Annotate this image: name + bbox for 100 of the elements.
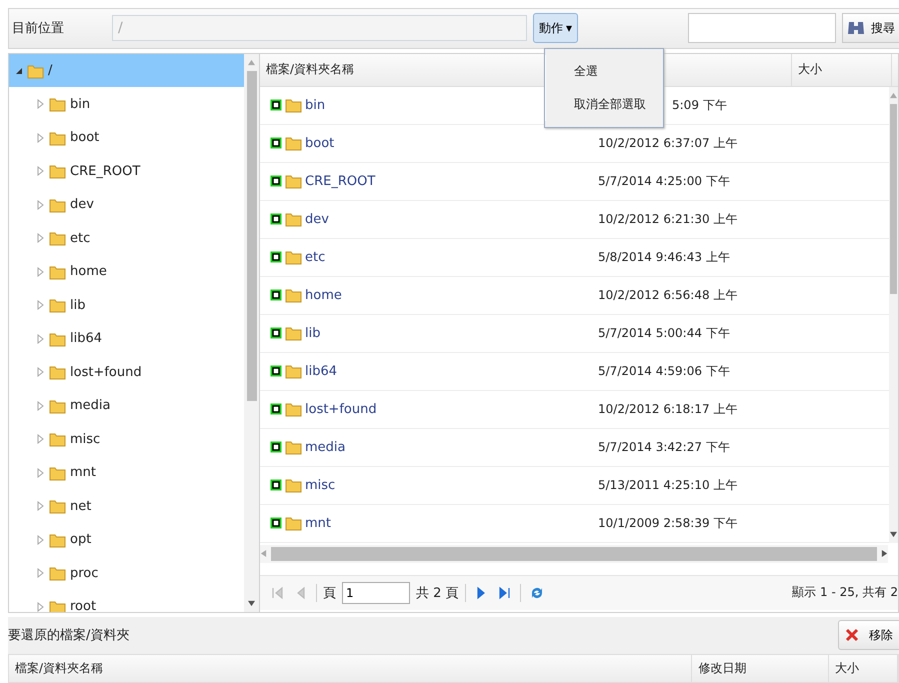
column-header[interactable]: 檔案/資料夾名稱 [15, 660, 104, 677]
expand-triangle-icon[interactable] [37, 501, 45, 512]
file-name-link[interactable]: misc [305, 478, 336, 493]
scroll-down-arrow-icon[interactable] [890, 530, 897, 538]
folder-icon [49, 163, 66, 180]
tree-item[interactable]: root [9, 590, 244, 612]
menu-item[interactable]: 取消全部選取 [545, 88, 663, 121]
folder-icon [49, 532, 66, 548]
folder-icon [49, 598, 66, 612]
expand-triangle-icon[interactable] [37, 99, 45, 110]
status-square-icon [270, 327, 282, 340]
column-header[interactable]: 大小 [835, 660, 860, 677]
tree-item[interactable]: media [9, 388, 244, 422]
restore-title: 要還原的檔案/資料夾 [8, 627, 130, 644]
tree-item[interactable]: mnt [9, 456, 244, 490]
paging-info: 顯示 1 - 25, 共有 2 [792, 584, 898, 602]
modified-date-text: 10/2/2012 6:21:30 上午 [598, 210, 738, 228]
folder-icon [49, 431, 66, 448]
tree-item[interactable]: home [9, 254, 244, 288]
file-name-link[interactable]: lib64 [305, 364, 338, 379]
tree-item[interactable]: etc [9, 221, 244, 255]
column-header[interactable]: 修改日期 [698, 660, 746, 677]
expand-triangle-icon[interactable] [37, 468, 45, 478]
modified-date-text: 5/8/2014 9:46:43 上午 [598, 248, 730, 266]
folder-icon [285, 249, 302, 266]
folder-icon [285, 211, 302, 228]
tree-item[interactable]: opt [9, 522, 244, 556]
expand-triangle-icon[interactable] [37, 200, 45, 210]
modified-date-text: 10/2/2012 6:56:48 上午 [598, 286, 738, 304]
tree-item[interactable]: boot [9, 120, 244, 154]
page-label: 頁 [323, 584, 336, 602]
tree-item[interactable]: lib [9, 288, 244, 322]
file-name-link[interactable]: etc [305, 250, 326, 265]
expand-triangle-icon[interactable] [37, 534, 45, 545]
modified-date-text: 5/13/2011 4:25:10 上午 [598, 476, 738, 494]
tree-item[interactable]: lost+found [9, 355, 244, 389]
folder-icon [49, 196, 66, 213]
scroll-up-arrow-icon[interactable] [890, 92, 897, 99]
scrollbar-thumb[interactable] [271, 546, 877, 561]
tree-item[interactable]: misc [9, 422, 244, 456]
page-number-field[interactable]: 1 [342, 582, 410, 604]
file-name-link[interactable]: media [305, 440, 346, 455]
tree-item[interactable]: bin [9, 87, 244, 121]
file-name-link[interactable]: bin [305, 98, 326, 113]
search-button[interactable]: 搜尋 [842, 13, 899, 44]
scroll-left-arrow-icon[interactable] [260, 550, 267, 558]
scroll-up-arrow-icon[interactable] [248, 58, 255, 66]
modified-date-text: 5/7/2014 3:42:27 下午 [598, 438, 730, 456]
expand-triangle-icon[interactable] [37, 266, 45, 277]
scroll-down-arrow-icon[interactable] [248, 600, 255, 607]
tree-item[interactable]: / [9, 54, 244, 88]
tree-item[interactable]: net [9, 489, 244, 523]
scrollbar-thumb[interactable] [246, 70, 256, 401]
expand-triangle-icon[interactable] [37, 300, 45, 310]
file-name-link[interactable]: dev [305, 212, 329, 227]
tree-item[interactable]: CRE_ROOT [9, 154, 244, 188]
folder-icon [285, 287, 302, 304]
folder-icon [285, 325, 302, 342]
folder-icon [285, 477, 302, 494]
file-name-link[interactable]: mnt [305, 516, 331, 531]
expand-triangle-icon[interactable] [37, 434, 45, 444]
scroll-right-arrow-icon[interactable] [881, 550, 888, 558]
search-field[interactable] [688, 13, 836, 44]
action-dropdown-button[interactable]: 動作 ▾ [532, 13, 578, 44]
folder-icon [285, 97, 302, 114]
menu-item[interactable]: 全選 [545, 55, 663, 88]
folder-icon [285, 515, 302, 532]
file-name-link[interactable]: CRE_ROOT [305, 174, 376, 189]
expand-triangle-icon[interactable] [37, 132, 45, 143]
expand-triangle-icon[interactable] [37, 233, 45, 244]
expand-triangle-icon[interactable] [37, 367, 45, 378]
close-icon [845, 628, 859, 642]
modified-date-text: 5:09 下午 [672, 96, 727, 114]
folder-icon [285, 401, 302, 418]
expand-triangle-icon[interactable] [37, 334, 45, 344]
file-name-link[interactable]: lib [305, 326, 320, 341]
status-square-icon [270, 289, 282, 302]
collapse-triangle-icon[interactable] [15, 66, 23, 75]
folder-icon [49, 565, 66, 582]
tree-item[interactable]: dev [9, 188, 244, 222]
modified-date-text: 10/1/2009 2:58:39 下午 [598, 514, 738, 532]
modified-date-text: 10/2/2012 6:37:07 上午 [598, 134, 738, 152]
column-header[interactable]: 檔案/資料夾名稱 [266, 61, 354, 78]
location-label: 目前位置 [12, 20, 64, 38]
status-square-icon [270, 99, 282, 112]
remove-button[interactable]: 移除 [838, 620, 899, 650]
scrollbar-thumb[interactable] [890, 104, 897, 294]
tree-item[interactable]: lib64 [9, 322, 244, 356]
column-header[interactable]: 大小 [798, 61, 822, 78]
file-name-link[interactable]: boot [305, 136, 334, 151]
folder-icon [49, 330, 66, 347]
expand-triangle-icon[interactable] [37, 400, 45, 411]
tree-item[interactable]: proc [9, 556, 244, 590]
folder-icon [49, 297, 66, 314]
folder-icon [49, 398, 66, 414]
expand-triangle-icon[interactable] [37, 602, 45, 612]
expand-triangle-icon[interactable] [37, 568, 45, 578]
file-name-link[interactable]: lost+found [305, 402, 377, 417]
file-name-link[interactable]: home [305, 288, 342, 303]
expand-triangle-icon[interactable] [37, 166, 45, 176]
